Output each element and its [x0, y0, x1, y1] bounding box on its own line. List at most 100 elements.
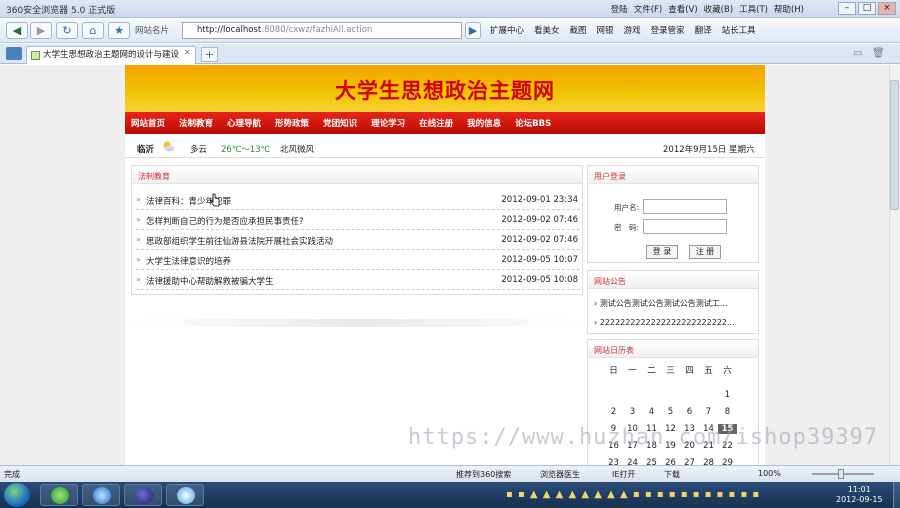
password-input[interactable]	[643, 219, 727, 234]
nav-my-info[interactable]: 我的信息	[467, 117, 501, 129]
forward-button[interactable]: ▶	[30, 22, 52, 39]
menu-help[interactable]: 帮助(H)	[774, 3, 804, 15]
nav-register[interactable]: 在线注册	[419, 117, 453, 129]
weather-wind: 北风微风	[280, 145, 315, 155]
scrollbar-thumb[interactable]	[890, 80, 899, 210]
calendar-day[interactable]: 25	[642, 458, 661, 466]
news-date: 2012-09-01 23:34	[501, 195, 578, 205]
home-icon: ⌂	[89, 24, 97, 37]
start-button[interactable]	[4, 483, 30, 507]
news-title[interactable]: 大学生法律意识的培养	[146, 255, 231, 267]
list-item[interactable]: » 法律援助中心帮助解救被骗大学生 2012-09-05 10:08	[136, 270, 580, 290]
menu-favorites[interactable]: 收藏(B)	[704, 3, 733, 15]
nav-home[interactable]: 网站首页	[131, 117, 165, 129]
list-item[interactable]: » 思政部组织学生前往仙游县法院开展社会实践活动 2012-09-02 07:4…	[136, 230, 580, 250]
taskbar-eclipse[interactable]	[124, 484, 162, 506]
show-desktop-button[interactable]	[893, 482, 900, 508]
tab-list-icon[interactable]: ▭	[853, 48, 862, 59]
trash-icon[interactable]: 🗑	[872, 48, 885, 59]
nav-party[interactable]: 党团知识	[323, 117, 357, 129]
menu-tools[interactable]: 工具(T)	[739, 3, 768, 15]
news-title[interactable]: 法律援助中心帮助解救被骗大学生	[146, 275, 274, 287]
toolbar-pictures[interactable]: 看美女	[534, 24, 560, 36]
app-icon	[177, 487, 195, 504]
system-tray-icons[interactable]: ▪ ▪ ▲ ▲ ▲ ▲ ▲ ▲ ▲ ▲ ▪ ▪ ▪ ▪ ▪ ▪ ▪ ▪ ▪ ▪ …	[506, 489, 760, 500]
toolbar-extensions[interactable]: 扩展中心	[490, 24, 524, 36]
announcement-item[interactable]: › 2222222222222222222222222...	[594, 318, 756, 327]
news-title[interactable]: 思政部组织学生前往仙游县法院开展社会实践活动	[146, 235, 333, 247]
nav-theory[interactable]: 理论学习	[371, 117, 405, 129]
calendar-day[interactable]: 28	[699, 458, 718, 466]
register-button[interactable]: 注 册	[689, 245, 721, 259]
toolbar-games[interactable]: 游戏	[624, 24, 641, 36]
calendar-day[interactable]: 27	[680, 458, 699, 466]
taskbar-360-browser[interactable]	[40, 484, 78, 506]
menu-file[interactable]: 文件(F)	[634, 3, 663, 15]
law-section-header: 法制教育	[132, 166, 582, 184]
calendar-title: 网站日历表	[594, 346, 634, 355]
weather-temp: 26℃～13℃	[221, 145, 271, 155]
new-tab-button[interactable]: +	[201, 47, 218, 62]
calendar-day[interactable]: 7	[699, 407, 718, 417]
calendar-day[interactable]: 4	[642, 407, 661, 417]
nav-law[interactable]: 法制教育	[179, 117, 213, 129]
taskbar-app[interactable]	[166, 484, 204, 506]
menu-view[interactable]: 查看(V)	[668, 3, 697, 15]
nav-psychology[interactable]: 心理导航	[227, 117, 261, 129]
tab-active[interactable]: 大学生思想政治主题网的设计与建设	[26, 46, 196, 64]
zoom-level[interactable]: 100%	[758, 469, 781, 478]
tab-close-icon[interactable]: ✕	[184, 48, 191, 57]
toolbar-login-manager[interactable]: 登录管家	[651, 24, 685, 36]
login-button[interactable]: 登 录	[646, 245, 678, 259]
calendar-day[interactable]: 1	[718, 390, 737, 400]
go-arrow-icon: ▶	[468, 24, 478, 37]
toolbar-screenshot[interactable]: 截图	[570, 24, 587, 36]
calendar-day[interactable]: 26	[661, 458, 680, 466]
news-title[interactable]: 怎样判断自己的行为是否应承担民事责任?	[146, 215, 304, 227]
address-bar[interactable]: http://localhost:8080/cxwz/fazhiAll.acti…	[182, 22, 462, 39]
url-path: :8080/cxwz/fazhiAll.action	[261, 25, 373, 35]
calendar-day[interactable]: 8	[718, 407, 737, 417]
announcement-text[interactable]: 测试公告测试公告测试公告测试工...	[600, 299, 728, 308]
toolbar-bank[interactable]: 网银	[597, 24, 614, 36]
law-section-title[interactable]: 法制教育	[138, 171, 170, 182]
announcement-item[interactable]: › 测试公告测试公告测试公告测试工...	[594, 298, 756, 309]
taskbar-ie[interactable]	[82, 484, 120, 506]
username-input[interactable]	[643, 199, 727, 214]
close-window-button[interactable]: ×	[878, 2, 896, 15]
status-search-360[interactable]: 推荐到360搜索	[456, 469, 511, 480]
home-button[interactable]: ⌂	[82, 22, 104, 39]
menu-login[interactable]: 登陆	[611, 3, 628, 15]
refresh-button[interactable]: ↻	[56, 22, 78, 39]
calendar-day[interactable]: 2	[604, 407, 623, 417]
calendar-day[interactable]: 5	[661, 407, 680, 417]
refresh-icon: ↻	[62, 24, 72, 37]
favorites-label[interactable]: 网站名片	[135, 24, 169, 36]
calendar-day[interactable]: 29	[718, 458, 737, 466]
calendar-day[interactable]: 24	[623, 458, 642, 466]
list-item[interactable]: » 大学生法律意识的培养 2012-09-05 10:07	[136, 250, 580, 270]
status-ie-open[interactable]: IE打开	[612, 469, 635, 480]
list-item[interactable]: » 怎样判断自己的行为是否应承担民事责任? 2012-09-02 07:46	[136, 210, 580, 230]
status-download[interactable]: 下载	[664, 469, 680, 480]
go-button[interactable]: ▶	[465, 22, 481, 39]
arrow-icon: »	[136, 275, 141, 284]
toolbar-webmaster[interactable]: 站长工具	[722, 24, 756, 36]
maximize-button[interactable]: □	[858, 2, 876, 15]
nav-bbs[interactable]: 论坛BBS	[515, 117, 551, 129]
site-title: 大学生思想政治主题网	[335, 79, 555, 103]
calendar-day[interactable]: 6	[680, 407, 699, 417]
back-button[interactable]: ◀	[6, 22, 28, 39]
status-doctor[interactable]: 浏览器医生	[540, 469, 580, 480]
calendar-day[interactable]: 23	[604, 458, 623, 466]
zoom-slider-knob[interactable]	[838, 469, 844, 479]
minimize-button[interactable]: –	[838, 2, 856, 15]
nav-policy[interactable]: 形势政策	[275, 117, 309, 129]
sidebar-toggle-icon[interactable]	[6, 47, 22, 60]
taskbar-clock[interactable]: 11:01 2012-09-15	[836, 485, 883, 505]
toolbar-translate[interactable]: 翻译	[695, 24, 712, 36]
calendar-day[interactable]: 3	[623, 407, 642, 417]
list-item[interactable]: » 法律百科：青少年犯罪 2012-09-01 23:34	[136, 190, 580, 210]
announcement-text[interactable]: 2222222222222222222222222...	[600, 318, 735, 327]
favorite-star-button[interactable]: ★	[108, 22, 130, 39]
